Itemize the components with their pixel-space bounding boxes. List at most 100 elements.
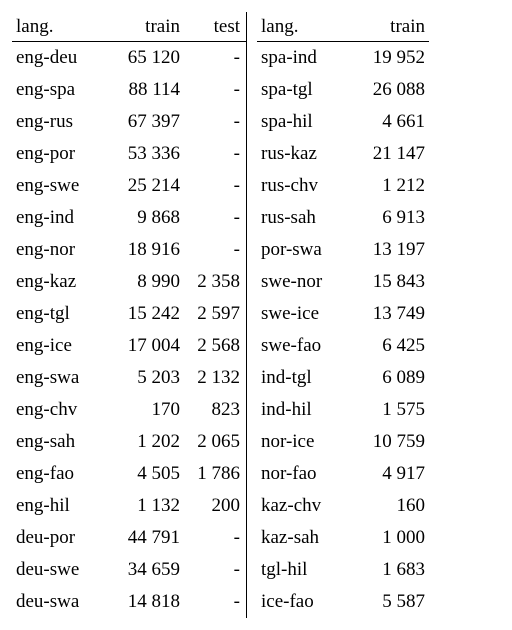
table-row: eng-kaz8 9902 358 <box>12 266 246 298</box>
table-row: eng-nor18 916- <box>12 234 246 266</box>
col-header-lang: lang. <box>12 16 108 38</box>
cell-train: 6 425 <box>353 335 429 357</box>
table-row: eng-fao4 5051 786 <box>12 458 246 490</box>
cell-train: 8 990 <box>108 271 184 293</box>
cell-test: 2 065 <box>184 431 246 453</box>
table-row: tgl-hil1 683 <box>257 554 429 586</box>
cell-test: 2 568 <box>184 335 246 357</box>
table-header-left: lang. train test <box>12 12 246 42</box>
cell-lang: eng-deu <box>12 47 108 69</box>
cell-train: 15 242 <box>108 303 184 325</box>
cell-lang: tgl-hil <box>257 559 353 581</box>
cell-train: 44 791 <box>108 527 184 549</box>
cell-train: 4 505 <box>108 463 184 485</box>
col-header-train: train <box>108 16 184 38</box>
cell-lang: eng-spa <box>12 79 108 101</box>
cell-test: - <box>184 239 246 261</box>
cell-train: 4 661 <box>353 111 429 133</box>
cell-lang: eng-chv <box>12 399 108 421</box>
cell-test: - <box>184 591 246 613</box>
cell-lang: eng-tgl <box>12 303 108 325</box>
cell-train: 1 683 <box>353 559 429 581</box>
cell-train: 9 868 <box>108 207 184 229</box>
cell-test: - <box>184 79 246 101</box>
cell-train: 4 917 <box>353 463 429 485</box>
cell-lang: spa-ind <box>257 47 353 69</box>
cell-lang: eng-fao <box>12 463 108 485</box>
cell-train: 88 114 <box>108 79 184 101</box>
cell-train: 1 202 <box>108 431 184 453</box>
cell-lang: swe-fao <box>257 335 353 357</box>
cell-lang: deu-por <box>12 527 108 549</box>
table-row: rus-chv1 212 <box>257 170 429 202</box>
table-row: deu-por44 791- <box>12 522 246 554</box>
table-row: swe-fao6 425 <box>257 330 429 362</box>
cell-train: 1 000 <box>353 527 429 549</box>
cell-train: 25 214 <box>108 175 184 197</box>
table-row: nor-ice10 759 <box>257 426 429 458</box>
cell-lang: eng-ice <box>12 335 108 357</box>
table-row: eng-rus67 397- <box>12 106 246 138</box>
cell-train: 65 120 <box>108 47 184 69</box>
cell-train: 6 913 <box>353 207 429 229</box>
cell-lang: eng-kaz <box>12 271 108 293</box>
cell-lang: nor-ice <box>257 431 353 453</box>
table-row: nor-fao4 917 <box>257 458 429 490</box>
table-row: ind-tgl6 089 <box>257 362 429 394</box>
table-row: kaz-chv160 <box>257 490 429 522</box>
cell-train: 5 203 <box>108 367 184 389</box>
cell-train: 160 <box>353 495 429 517</box>
cell-test: - <box>184 175 246 197</box>
cell-train: 13 197 <box>353 239 429 261</box>
cell-test: - <box>184 207 246 229</box>
language-pair-table: lang. train test eng-deu65 120-eng-spa88… <box>12 12 500 618</box>
table-row: ice-fao5 587 <box>257 586 429 618</box>
table-row: eng-tgl15 2422 597 <box>12 298 246 330</box>
cell-lang: rus-chv <box>257 175 353 197</box>
cell-test: - <box>184 111 246 133</box>
table-header-right: lang. train <box>257 12 429 42</box>
cell-train: 18 916 <box>108 239 184 261</box>
table-row: eng-chv170823 <box>12 394 246 426</box>
table-row: deu-swe34 659- <box>12 554 246 586</box>
cell-test: - <box>184 559 246 581</box>
cell-test: - <box>184 143 246 165</box>
table-row: spa-hil4 661 <box>257 106 429 138</box>
cell-test: 2 132 <box>184 367 246 389</box>
table-row: deu-swa14 818- <box>12 586 246 618</box>
cell-lang: rus-kaz <box>257 143 353 165</box>
cell-train: 14 818 <box>108 591 184 613</box>
col-header-test: test <box>184 16 246 38</box>
cell-lang: swe-ice <box>257 303 353 325</box>
table-row: eng-swe25 214- <box>12 170 246 202</box>
cell-train: 1 212 <box>353 175 429 197</box>
cell-test: - <box>184 47 246 69</box>
cell-train: 67 397 <box>108 111 184 133</box>
table-row: kaz-sah1 000 <box>257 522 429 554</box>
table-row: eng-sah1 2022 065 <box>12 426 246 458</box>
cell-lang: deu-swa <box>12 591 108 613</box>
cell-train: 170 <box>108 399 184 421</box>
table-row: eng-por53 336- <box>12 138 246 170</box>
table-row: swe-ice13 749 <box>257 298 429 330</box>
cell-test: 2 597 <box>184 303 246 325</box>
col-header-train: train <box>353 16 429 38</box>
cell-lang: nor-fao <box>257 463 353 485</box>
cell-lang: eng-sah <box>12 431 108 453</box>
cell-lang: kaz-sah <box>257 527 353 549</box>
col-header-lang: lang. <box>257 16 353 38</box>
cell-test: 1 786 <box>184 463 246 485</box>
cell-train: 15 843 <box>353 271 429 293</box>
table-row: spa-tgl26 088 <box>257 74 429 106</box>
table-row: por-swa13 197 <box>257 234 429 266</box>
table-row: eng-swa5 2032 132 <box>12 362 246 394</box>
table-row: eng-hil1 132200 <box>12 490 246 522</box>
cell-lang: por-swa <box>257 239 353 261</box>
cell-train: 26 088 <box>353 79 429 101</box>
cell-lang: spa-hil <box>257 111 353 133</box>
table-right-body: spa-ind19 952spa-tgl26 088spa-hil4 661ru… <box>257 42 429 618</box>
cell-lang: eng-swa <box>12 367 108 389</box>
table-row: eng-spa88 114- <box>12 74 246 106</box>
cell-lang: eng-ind <box>12 207 108 229</box>
cell-lang: deu-swe <box>12 559 108 581</box>
